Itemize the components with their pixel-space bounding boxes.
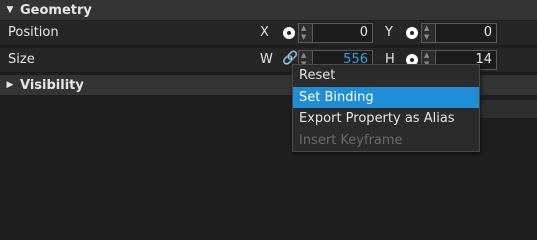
menu-item-reset[interactable]: Reset (293, 65, 479, 87)
x-input[interactable]: 0 (312, 23, 373, 43)
geometry-section-header[interactable]: ▼ Geometry (0, 0, 537, 20)
y-keyframe-icon[interactable] (406, 27, 418, 39)
position-row: Position X ▲ ▼ 0 Y ▲ ▼ 0 (0, 21, 537, 46)
spin-up-icon[interactable]: ▲ (424, 51, 429, 60)
background-strip (480, 100, 537, 118)
x-label: X (260, 25, 269, 40)
w-label: W (260, 52, 273, 67)
spin-up-icon[interactable]: ▲ (424, 24, 429, 33)
y-input[interactable]: 0 (435, 23, 497, 43)
x-keyframe-icon[interactable] (283, 27, 295, 39)
context-menu: Reset Set Binding Export Property as Ali… (292, 64, 480, 152)
visibility-section-title: Visibility (20, 77, 84, 93)
y-label: Y (385, 25, 393, 40)
spin-down-icon[interactable]: ▼ (301, 33, 306, 42)
spin-up-icon[interactable]: ▲ (301, 51, 306, 60)
collapse-arrow-icon[interactable]: ▶ (0, 80, 20, 90)
spin-down-icon[interactable]: ▼ (424, 33, 429, 42)
menu-item-export-alias[interactable]: Export Property as Alias (293, 108, 479, 130)
position-label: Position (8, 25, 59, 40)
geometry-section-title: Geometry (20, 2, 92, 18)
size-label: Size (8, 52, 35, 67)
menu-item-insert-keyframe: Insert Keyframe (299, 132, 403, 148)
x-spinner[interactable]: ▲ ▼ (298, 23, 312, 43)
spin-up-icon[interactable]: ▲ (301, 24, 306, 33)
y-spinner[interactable]: ▲ ▼ (421, 23, 435, 43)
menu-item-set-binding[interactable]: Set Binding (293, 86, 479, 108)
expand-arrow-icon[interactable]: ▼ (0, 5, 20, 15)
